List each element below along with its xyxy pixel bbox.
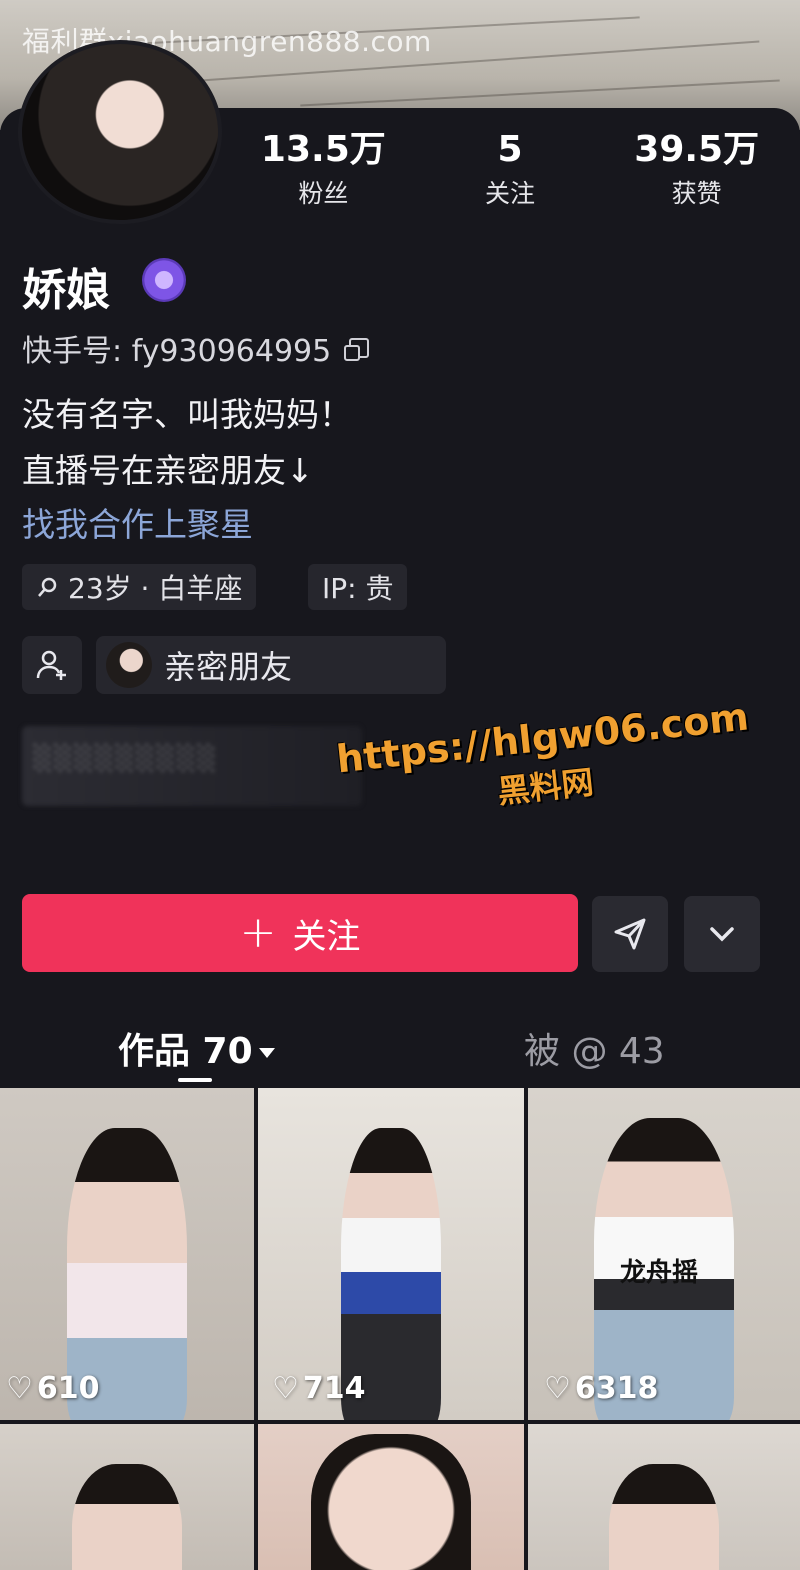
video-thumbnail[interactable] xyxy=(528,1424,800,1570)
stat-following[interactable]: 5 关注 xyxy=(417,128,604,218)
caret-down-icon xyxy=(258,1048,275,1058)
tab-works[interactable]: 作品 70 xyxy=(118,1022,275,1074)
video-thumbnail[interactable]: ♡ 610 xyxy=(0,1088,254,1420)
stat-label: 获赞 xyxy=(671,179,722,208)
verified-badge-icon[interactable] xyxy=(142,258,186,302)
stat-fans[interactable]: 13.5万 粉丝 xyxy=(230,128,417,218)
friend-avatar xyxy=(106,642,152,688)
add-friend-button[interactable] xyxy=(22,636,82,694)
stat-value: 5 xyxy=(497,129,523,170)
heart-icon: ♡ xyxy=(272,1371,299,1406)
profile-name: 娇娘 xyxy=(22,265,110,316)
likes-value: 714 xyxy=(302,1371,366,1406)
age-tag-label: 23岁 · 白羊座 xyxy=(68,572,243,605)
chevron-down-icon xyxy=(710,927,734,942)
stat-label: 粉丝 xyxy=(298,179,349,208)
video-thumbnail[interactable] xyxy=(0,1424,254,1570)
bio-line-2: 直播号在亲密朋友↓ xyxy=(22,451,314,490)
tab-indicator xyxy=(178,1078,212,1082)
tab-mentions[interactable]: 被 @ 43 xyxy=(524,1022,665,1074)
heart-icon: ♡ xyxy=(544,1371,571,1406)
stat-likes[interactable]: 39.5万 获赞 xyxy=(603,128,790,218)
plus-icon: + xyxy=(239,907,277,958)
kuaishou-id: 快手号: fy930964995 xyxy=(22,334,332,369)
ip-tag: IP: 贵 xyxy=(308,564,408,610)
kuaishou-id-row[interactable]: 快手号: fy930964995 xyxy=(22,326,370,370)
stat-value: 39.5万 xyxy=(634,129,760,170)
likes-value: 610 xyxy=(36,1371,100,1406)
tab-works-label: 作品 70 xyxy=(118,1031,253,1072)
video-thumbnail[interactable] xyxy=(258,1424,524,1570)
follow-button[interactable]: + 关注 xyxy=(22,894,578,972)
video-thumbnail[interactable]: 龙舟摇 ♡ 6318 xyxy=(528,1088,800,1420)
bio-link[interactable]: 找我合作上聚星 xyxy=(22,498,253,546)
stat-value: 13.5万 xyxy=(260,129,386,170)
blurred-text-content: ░░░░░░░░░ xyxy=(34,744,219,772)
share-button[interactable] xyxy=(592,896,668,972)
content-tabs: 作品 70 被 @ 43 xyxy=(0,1014,800,1084)
stats-row: 13.5万 粉丝 5 关注 39.5万 获赞 xyxy=(230,128,790,218)
blurred-text: ░░░░░░░░░ xyxy=(22,726,362,806)
search-icon xyxy=(38,577,57,597)
video-thumbnail[interactable]: ♡ 714 xyxy=(258,1088,524,1420)
close-friends-chip[interactable]: 亲密朋友 xyxy=(96,636,446,694)
likes-count: ♡ 714 xyxy=(272,1371,366,1406)
copy-icon[interactable] xyxy=(344,338,370,361)
video-caption: 龙舟摇 xyxy=(620,1258,699,1288)
avatar[interactable] xyxy=(18,40,222,224)
heart-icon: ♡ xyxy=(6,1371,33,1406)
stat-label: 关注 xyxy=(485,179,536,208)
follow-label: 关注 xyxy=(292,916,361,957)
likes-count: ♡ 6318 xyxy=(544,1371,658,1406)
ip-tag-label: IP: 贵 xyxy=(322,572,394,605)
close-friends-label: 亲密朋友 xyxy=(164,648,293,686)
likes-value: 6318 xyxy=(574,1371,659,1406)
likes-count: ♡ 610 xyxy=(6,1371,100,1406)
bio-line-1: 没有名字、叫我妈妈！ xyxy=(22,395,352,434)
more-dropdown-button[interactable] xyxy=(684,896,760,972)
age-tag: 23岁 · 白羊座 xyxy=(22,564,257,610)
share-icon xyxy=(614,918,646,950)
add-friend-icon xyxy=(36,650,66,680)
